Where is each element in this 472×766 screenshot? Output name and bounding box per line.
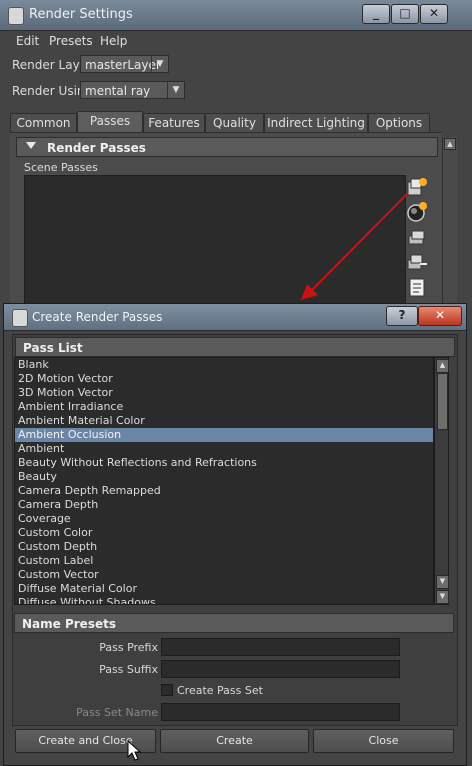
pass-set-name-label: Pass Set Name <box>76 706 158 719</box>
pass-list-item[interactable]: Blank <box>15 358 433 372</box>
pass-list-header: Pass List <box>15 337 455 357</box>
close-button[interactable]: Close <box>313 729 454 753</box>
pass-list-item[interactable]: Ambient Occlusion <box>15 428 433 442</box>
pass-list-item[interactable]: 3D Motion Vector <box>15 386 433 400</box>
pass-list-item[interactable]: Beauty <box>15 470 433 484</box>
scroll-thumb[interactable] <box>437 373 448 430</box>
dialog-title: Create Render Passes <box>32 310 163 324</box>
pass-list-item[interactable]: Diffuse Material Color <box>15 582 433 596</box>
scroll-down-icon[interactable]: ▼ <box>436 575 449 589</box>
pass-list-item[interactable]: Custom Color <box>15 526 433 540</box>
close-dialog-button[interactable]: ✕ <box>418 306 462 326</box>
pass-list-item[interactable]: Ambient Irradiance <box>15 400 433 414</box>
create-pass-set-label: Create Pass Set <box>177 684 263 697</box>
pass-list-item[interactable]: Ambient <box>15 442 433 456</box>
pass-suffix-label: Pass Suffix <box>99 663 158 676</box>
pass-list[interactable]: Blank 2D Motion Vector 3D Motion Vector Amb… <box>14 357 434 605</box>
pass-list-item[interactable]: Ambient Material Color <box>15 414 433 428</box>
pass-list-item[interactable]: Diffuse Without Shadows <box>15 596 433 604</box>
pass-list-item[interactable]: 2D Motion Vector <box>15 372 433 386</box>
pass-list-item[interactable]: Custom Depth <box>15 540 433 554</box>
pass-prefix-field[interactable] <box>161 638 400 656</box>
pass-list-item[interactable]: Camera Depth <box>15 498 433 512</box>
pass-list-item[interactable]: Coverage <box>15 512 433 526</box>
create-pass-set-checkbox[interactable] <box>161 684 173 696</box>
pass-list-item[interactable]: Camera Depth Remapped <box>15 484 433 498</box>
help-button[interactable]: ? <box>386 306 418 326</box>
pass-set-name-field[interactable] <box>161 703 400 721</box>
pass-list-scrollbar[interactable]: ▲ ▼ ▼ <box>434 357 449 605</box>
name-presets-header: Name Presets <box>14 613 454 633</box>
pass-list-item[interactable]: Custom Vector <box>15 568 433 582</box>
create-button[interactable]: Create <box>160 729 309 753</box>
scroll-down-icon[interactable]: ▼ <box>436 590 449 604</box>
dialog-title-bar[interactable]: Create Render Passes ? ✕ <box>4 304 466 331</box>
pass-suffix-field[interactable] <box>161 660 400 678</box>
pass-list-item[interactable]: Beauty Without Reflections and Refractio… <box>15 456 433 470</box>
maya-app-icon <box>12 309 28 327</box>
pass-list-item[interactable]: Custom Label <box>15 554 433 568</box>
scroll-up-icon[interactable]: ▲ <box>436 359 449 373</box>
pass-prefix-label: Pass Prefix <box>99 641 158 654</box>
mouse-cursor-icon <box>127 740 141 761</box>
